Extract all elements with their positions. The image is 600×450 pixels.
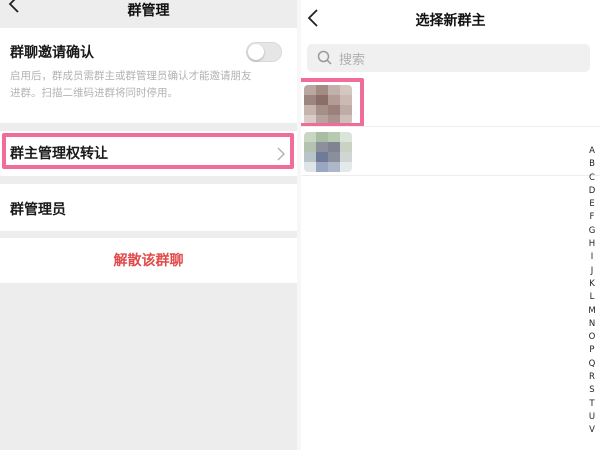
alphabet-index[interactable]: ABCDEFGHIJKLMNOPQRSTUV (584, 145, 600, 438)
invite-confirm-title: 群聊邀请确认 (10, 45, 94, 61)
member-avatar (304, 132, 352, 172)
group-management-panel: 群管理 群聊邀请确认 启用后，群成员需群主或群管理员确认才能邀请朋友 进群。扫描… (0, 0, 297, 450)
index-letter[interactable]: U (584, 411, 600, 424)
index-letter[interactable]: I (584, 251, 600, 264)
member-row[interactable] (301, 80, 600, 128)
member-row[interactable] (301, 128, 600, 176)
navbar: 群管理 (0, 0, 297, 19)
index-letter[interactable]: A (584, 145, 600, 158)
index-letter[interactable]: O (584, 331, 600, 344)
chevron-right-icon (277, 147, 285, 161)
select-new-owner-panel: 选择新群主 搜索 (301, 0, 600, 450)
index-letter[interactable]: P (584, 344, 600, 357)
index-letter[interactable]: C (584, 172, 600, 185)
index-letter[interactable]: N (584, 318, 600, 331)
transfer-owner-row[interactable]: 群主管理权转让 (0, 131, 297, 176)
index-letter[interactable]: V (584, 424, 600, 437)
disband-group-button[interactable]: 解散该群聊 (0, 238, 297, 283)
index-letter[interactable]: D (584, 185, 600, 198)
admins-row[interactable]: 群管理员 (0, 184, 297, 231)
index-letter[interactable]: R (584, 371, 600, 384)
description-line-1: 启用后，群成员需群主或群管理员确认才能邀请朋友 (10, 70, 252, 82)
member-avatar (304, 85, 352, 125)
search-input[interactable]: 搜索 (307, 44, 590, 72)
transfer-owner-label: 群主管理权转让 (10, 146, 108, 162)
row-divider (301, 175, 600, 176)
page-title: 群管理 (127, 3, 170, 19)
toggle-knob (248, 44, 264, 60)
page-title: 选择新群主 (415, 13, 486, 29)
index-letter[interactable]: J (584, 265, 600, 278)
navbar: 选择新群主 (301, 0, 600, 36)
invite-confirm-description: 启用后，群成员需群主或群管理员确认才能邀请朋友 进群。扫描二维码进群将同时停用。 (10, 68, 280, 102)
index-letter[interactable]: B (584, 158, 600, 171)
invite-confirm-toggle[interactable] (246, 42, 282, 62)
index-letter[interactable]: S (584, 384, 600, 397)
index-letter[interactable]: K (584, 278, 600, 291)
index-letter[interactable]: M (584, 305, 600, 318)
search-icon (317, 50, 332, 65)
invite-confirm-section: 群聊邀请确认 启用后，群成员需群主或群管理员确认才能邀请朋友 进群。扫描二维码进… (0, 28, 297, 123)
index-letter[interactable]: F (584, 211, 600, 224)
disband-group-label: 解散该群聊 (113, 253, 184, 269)
index-letter[interactable]: G (584, 225, 600, 238)
index-letter[interactable]: E (584, 198, 600, 211)
search-placeholder: 搜索 (339, 53, 366, 68)
row-divider (301, 126, 600, 127)
index-letter[interactable]: H (584, 238, 600, 251)
index-letter[interactable]: L (584, 291, 600, 304)
index-letter[interactable]: T (584, 398, 600, 411)
description-line-2: 进群。扫描二维码进群将同时停用。 (10, 87, 178, 99)
admins-label: 群管理员 (10, 202, 66, 218)
index-letter[interactable]: Q (584, 358, 600, 371)
